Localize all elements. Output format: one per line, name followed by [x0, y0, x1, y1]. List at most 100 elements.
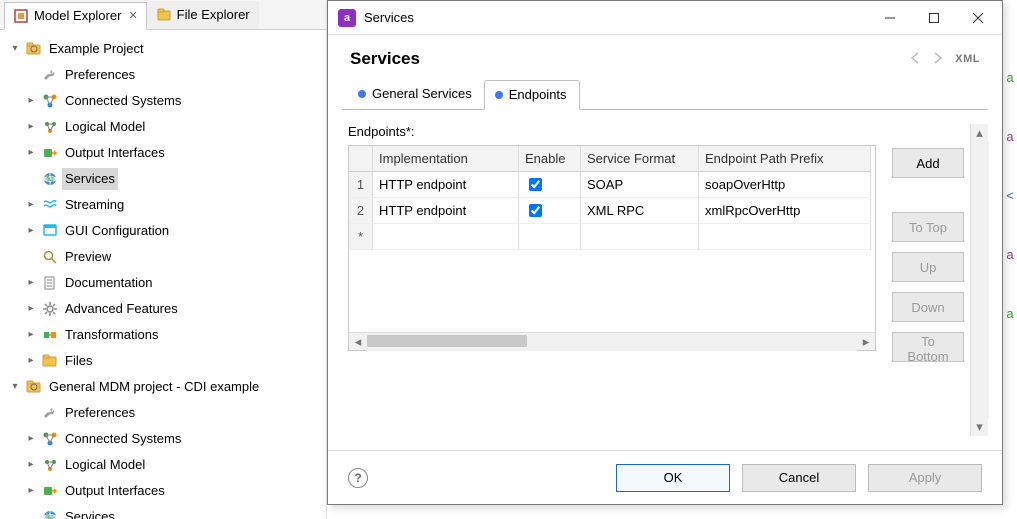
- horizontal-scrollbar[interactable]: ◂ ▸: [349, 332, 875, 350]
- tree-item-label: Logical Model: [62, 116, 148, 138]
- view-xml-link[interactable]: XML: [955, 53, 980, 65]
- tree-item-files[interactable]: ▸ Files: [6, 348, 324, 374]
- tree-item-services[interactable]: Services: [6, 166, 324, 192]
- twisty-icon[interactable]: ▸: [24, 432, 38, 446]
- cell-prefix[interactable]: xmlRpcOverHttp: [699, 198, 871, 224]
- column-header[interactable]: Service Format: [581, 146, 699, 172]
- empty-cell[interactable]: [699, 224, 871, 250]
- cell-format[interactable]: SOAP: [581, 172, 699, 198]
- tree-item-services[interactable]: Services: [6, 504, 324, 519]
- down-button[interactable]: Down: [892, 292, 964, 322]
- project-row[interactable]: ▾ General MDM project - CDI example: [6, 374, 324, 400]
- twisty-icon[interactable]: ▸: [24, 484, 38, 498]
- cell-implementation[interactable]: HTTP endpoint: [373, 172, 519, 198]
- twisty-icon[interactable]: ▸: [24, 198, 38, 212]
- table-button-column: Add To Top Up Down To Bottom: [876, 124, 964, 436]
- tree-item-logical-model[interactable]: ▸ Logical Model: [6, 452, 324, 478]
- cell-implementation[interactable]: HTTP endpoint: [373, 198, 519, 224]
- folder-icon: [42, 353, 58, 369]
- wrench-icon: [42, 67, 58, 83]
- close-button[interactable]: [956, 3, 1000, 33]
- column-header[interactable]: Implementation: [373, 146, 519, 172]
- add-button[interactable]: Add: [892, 148, 964, 178]
- tree-item-preferences[interactable]: Preferences: [6, 400, 324, 426]
- tree-item-label: Connected Systems: [62, 428, 184, 450]
- tree-item-preferences[interactable]: Preferences: [6, 62, 324, 88]
- apply-button[interactable]: Apply: [868, 464, 982, 492]
- tree-item-advanced-features[interactable]: ▸ Advanced Features: [6, 296, 324, 322]
- tree-item-preview[interactable]: Preview: [6, 244, 324, 270]
- twisty-icon[interactable]: ▸: [24, 276, 38, 290]
- twisty-icon[interactable]: ▸: [24, 302, 38, 316]
- column-header[interactable]: Enable: [519, 146, 581, 172]
- scroll-right-icon[interactable]: ▸: [857, 333, 875, 351]
- cancel-button[interactable]: Cancel: [742, 464, 856, 492]
- twisty-icon[interactable]: ▸: [24, 328, 38, 342]
- project-row[interactable]: ▾ Example Project: [6, 36, 324, 62]
- tree-item-label: Advanced Features: [62, 298, 181, 320]
- tree-item-label: Preferences: [62, 64, 138, 86]
- row-number[interactable]: 2: [349, 198, 373, 224]
- scroll-track[interactable]: [367, 333, 857, 351]
- doc-icon: [42, 275, 58, 291]
- tree-item-transformations[interactable]: ▸ Transformations: [6, 322, 324, 348]
- new-row-marker[interactable]: *: [349, 224, 373, 250]
- systems-icon: [42, 93, 58, 109]
- to-top-button[interactable]: To Top: [892, 212, 964, 242]
- enable-checkbox[interactable]: [529, 178, 542, 191]
- tree-item-gui-configuration[interactable]: ▸ GUI Configuration: [6, 218, 324, 244]
- globe-icon: [42, 509, 58, 519]
- up-button[interactable]: Up: [892, 252, 964, 282]
- tree-item-documentation[interactable]: ▸ Documentation: [6, 270, 324, 296]
- tree-item-logical-model[interactable]: ▸ Logical Model: [6, 114, 324, 140]
- page-title: Services: [350, 49, 911, 69]
- scroll-left-icon[interactable]: ◂: [349, 333, 367, 351]
- model-icon: [42, 457, 58, 473]
- empty-cell[interactable]: [581, 224, 699, 250]
- twisty-icon[interactable]: ▾: [8, 380, 22, 394]
- minimize-button[interactable]: [868, 3, 912, 33]
- maximize-button[interactable]: [912, 3, 956, 33]
- tab-model-explorer[interactable]: Model Explorer ✕: [4, 2, 147, 30]
- tree-item-connected-systems[interactable]: ▸ Connected Systems: [6, 88, 324, 114]
- help-button[interactable]: ?: [348, 468, 368, 488]
- tab-general-services[interactable]: General Services: [348, 79, 484, 109]
- project-label: Example Project: [46, 38, 147, 60]
- twisty-icon[interactable]: ▸: [24, 94, 38, 108]
- empty-cell[interactable]: [373, 224, 519, 250]
- tree-item-output-interfaces[interactable]: ▸ Output Interfaces: [6, 478, 324, 504]
- column-header[interactable]: Endpoint Path Prefix: [699, 146, 871, 172]
- nav-forward-icon[interactable]: [933, 52, 949, 67]
- tree-item-connected-systems[interactable]: ▸ Connected Systems: [6, 426, 324, 452]
- enable-checkbox[interactable]: [529, 204, 542, 217]
- tab-endpoints[interactable]: Endpoints: [484, 80, 580, 110]
- scroll-track[interactable]: [971, 142, 989, 418]
- cell-format[interactable]: XML RPC: [581, 198, 699, 224]
- twisty-icon[interactable]: ▸: [24, 354, 38, 368]
- twisty-icon[interactable]: ▾: [8, 42, 22, 56]
- nav-back-icon[interactable]: [911, 52, 927, 67]
- scroll-down-icon[interactable]: ▾: [971, 418, 989, 436]
- cell-enable[interactable]: [519, 198, 581, 224]
- app-icon: a: [338, 9, 356, 27]
- row-number[interactable]: 1: [349, 172, 373, 198]
- twisty-icon[interactable]: ▸: [24, 458, 38, 472]
- titlebar: a Services: [328, 1, 1002, 35]
- tree-item-streaming[interactable]: ▸ Streaming: [6, 192, 324, 218]
- twisty-icon[interactable]: ▸: [24, 146, 38, 160]
- to-bottom-button[interactable]: To Bottom: [892, 332, 964, 362]
- tab-file-explorer[interactable]: File Explorer: [147, 1, 259, 29]
- twisty-icon[interactable]: ▸: [24, 120, 38, 134]
- tree-item-label: Preview: [62, 246, 114, 268]
- twisty-icon[interactable]: ▸: [24, 224, 38, 238]
- cell-enable[interactable]: [519, 172, 581, 198]
- cell-prefix[interactable]: soapOverHttp: [699, 172, 871, 198]
- tree-item-output-interfaces[interactable]: ▸ Output Interfaces: [6, 140, 324, 166]
- close-icon[interactable]: ✕: [128, 9, 137, 22]
- empty-cell[interactable]: [519, 224, 581, 250]
- scroll-thumb[interactable]: [367, 335, 527, 347]
- ok-button[interactable]: OK: [616, 464, 730, 492]
- gear-icon: [42, 301, 58, 317]
- vertical-scrollbar[interactable]: ▴ ▾: [970, 124, 988, 436]
- scroll-up-icon[interactable]: ▴: [971, 124, 989, 142]
